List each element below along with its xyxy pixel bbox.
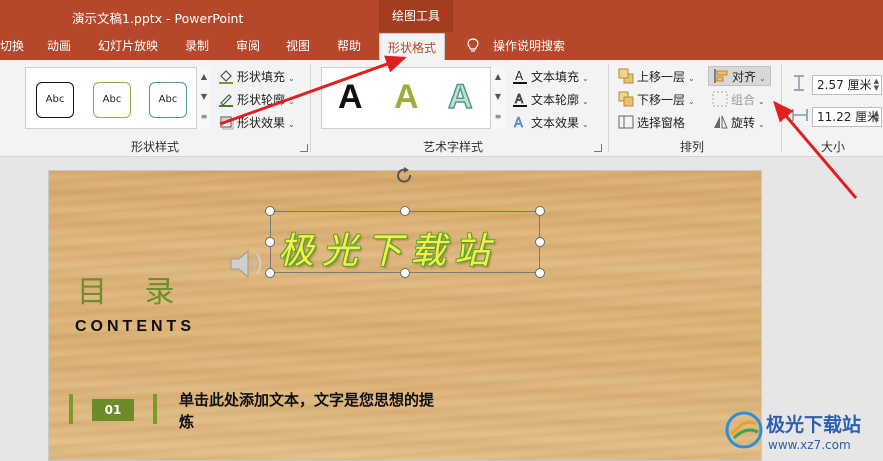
item-number-badge[interactable]: 01 [92, 399, 134, 421]
wordart-style-black[interactable]: A [338, 78, 363, 117]
bracket-right [153, 394, 157, 424]
group-label-shape-styles: 形状样式 [131, 140, 180, 154]
lightbulb-icon [467, 38, 479, 52]
align-button[interactable]: 对齐 ⌄ [708, 66, 771, 86]
watermark: 极光下载站 www.xz7.com [724, 408, 883, 461]
tell-me-search[interactable]: 操作说明搜索 [493, 32, 565, 60]
resize-handle[interactable] [400, 206, 410, 216]
tab-record[interactable]: 录制 [185, 32, 209, 60]
tab-slideshow[interactable]: 幻灯片放映 [98, 32, 158, 60]
pen-icon [218, 91, 234, 107]
group-label-arrange: 排列 [680, 140, 705, 154]
text-fill-button[interactable]: A 文本填充 ⌄ [512, 67, 589, 87]
item-text[interactable]: 单击此处添加文本，文字是您思想的提炼 [179, 389, 439, 433]
resize-handle[interactable] [265, 237, 275, 247]
rotate-icon [712, 114, 728, 130]
wordart-gallery-scroll[interactable]: ▲ ▼ ≡ [490, 67, 505, 129]
tab-review[interactable]: 审阅 [236, 32, 260, 60]
shape-effects-button[interactable]: 形状效果 ⌄ [218, 113, 295, 133]
scroll-down-icon[interactable]: ▼ [491, 87, 505, 107]
group-divider [310, 64, 311, 152]
gallery-scroll[interactable]: ▲ ▼ ≡ [196, 67, 211, 129]
resize-handle[interactable] [535, 206, 545, 216]
contents-subtitle[interactable]: CONTENTS [75, 318, 195, 336]
wordart-text[interactable]: 极光下载站 [278, 222, 498, 274]
bring-forward-icon [618, 68, 634, 84]
watermark-logo-icon [725, 411, 763, 449]
resize-handle[interactable] [535, 237, 545, 247]
wordart-style-gallery: A A A [321, 67, 505, 129]
rotate-button[interactable]: 旋转 ⌄ [712, 113, 765, 133]
shape-style-swatch[interactable]: Abc [36, 82, 74, 118]
text-outline-icon: A [512, 91, 528, 107]
shape-fill-button[interactable]: 形状填充 ⌄ [218, 67, 295, 87]
resize-handle[interactable] [535, 268, 545, 278]
group-objects-icon [712, 91, 728, 107]
shape-height-icon [792, 75, 806, 91]
shape-width-input[interactable]: 11.22 厘米 ▲ ▼ [812, 107, 882, 127]
tab-animations[interactable]: 动画 [47, 32, 71, 60]
spinner-icon[interactable]: ▲ ▼ [874, 78, 879, 92]
window-title: 演示文稿1.pptx - PowerPoint [72, 11, 244, 26]
send-backward-button[interactable]: 下移一层 ⌄ [618, 90, 695, 110]
scroll-up-icon[interactable]: ▲ [197, 67, 211, 87]
paint-bucket-icon [218, 68, 234, 84]
selection-pane-icon [618, 114, 634, 130]
shape-width-icon [792, 107, 808, 123]
speaker-icon[interactable] [228, 246, 268, 282]
scroll-up-icon[interactable]: ▲ [491, 67, 505, 87]
wordart-style-outline[interactable]: A [447, 77, 473, 117]
resize-handle[interactable] [400, 268, 410, 278]
text-effects-button[interactable]: A 文本效果 ⌄ [512, 113, 589, 133]
text-effects-icon: A [512, 114, 528, 132]
shape-style-swatch[interactable]: Abc [149, 82, 187, 118]
watermark-url: www.xz7.com [768, 438, 851, 452]
svg-text:A: A [514, 116, 523, 130]
send-backward-icon [618, 91, 634, 107]
dialog-launcher-icon[interactable] [594, 144, 602, 152]
shape-outline-button[interactable]: 形状轮廓 ⌄ [218, 90, 295, 110]
selection-pane-button[interactable]: 选择窗格 [618, 113, 685, 133]
shape-style-gallery: Abc Abc Abc [25, 67, 211, 129]
toc-title[interactable]: 目 录 [77, 267, 189, 311]
resize-handle[interactable] [265, 268, 275, 278]
bring-forward-button[interactable]: 上移一层 ⌄ [618, 67, 695, 87]
rotate-handle-icon[interactable] [395, 166, 415, 186]
gallery-more-icon[interactable]: ≡ [491, 107, 505, 127]
tab-help[interactable]: 帮助 [337, 32, 361, 60]
gallery-more-icon[interactable]: ≡ [197, 107, 211, 127]
svg-text:A: A [515, 69, 524, 83]
tab-transitions[interactable]: 切换 [0, 32, 24, 60]
spinner-icon[interactable]: ▲ ▼ [874, 110, 879, 124]
shape-effects-icon [218, 114, 234, 130]
scroll-down-icon[interactable]: ▼ [197, 87, 211, 107]
shape-height-input[interactable]: 2.57 厘米 ▲ ▼ [812, 75, 882, 95]
group-button[interactable]: 组合 ⌄ [712, 90, 765, 110]
group-label-size: 大小 [821, 140, 846, 154]
resize-handle[interactable] [265, 206, 275, 216]
group-divider [781, 64, 782, 152]
group-divider [608, 64, 609, 152]
tab-shape-format[interactable]: 形状格式 [379, 33, 446, 61]
ribbon-panel: Abc Abc Abc ▲ ▼ ≡ 形状填充 ⌄ 形状轮廓 ⌄ 形状效果 ⌄ 形状样式… [0, 60, 883, 157]
group-label-wordart-styles: 艺术字样式 [423, 140, 484, 154]
bracket-left [69, 394, 73, 424]
tab-view[interactable]: 视图 [286, 32, 310, 60]
context-tab-drawing-tools: 绘图工具 [379, 0, 453, 32]
wordart-style-olive[interactable]: A [394, 78, 419, 117]
svg-text:A: A [515, 92, 524, 106]
align-icon [713, 68, 729, 84]
text-outline-button[interactable]: A 文本轮廓 ⌄ [512, 90, 589, 110]
watermark-name: 极光下载站 [766, 414, 862, 436]
shape-style-swatch[interactable]: Abc [93, 82, 131, 118]
dialog-launcher-icon[interactable] [300, 144, 308, 152]
text-fill-icon: A [512, 68, 528, 84]
